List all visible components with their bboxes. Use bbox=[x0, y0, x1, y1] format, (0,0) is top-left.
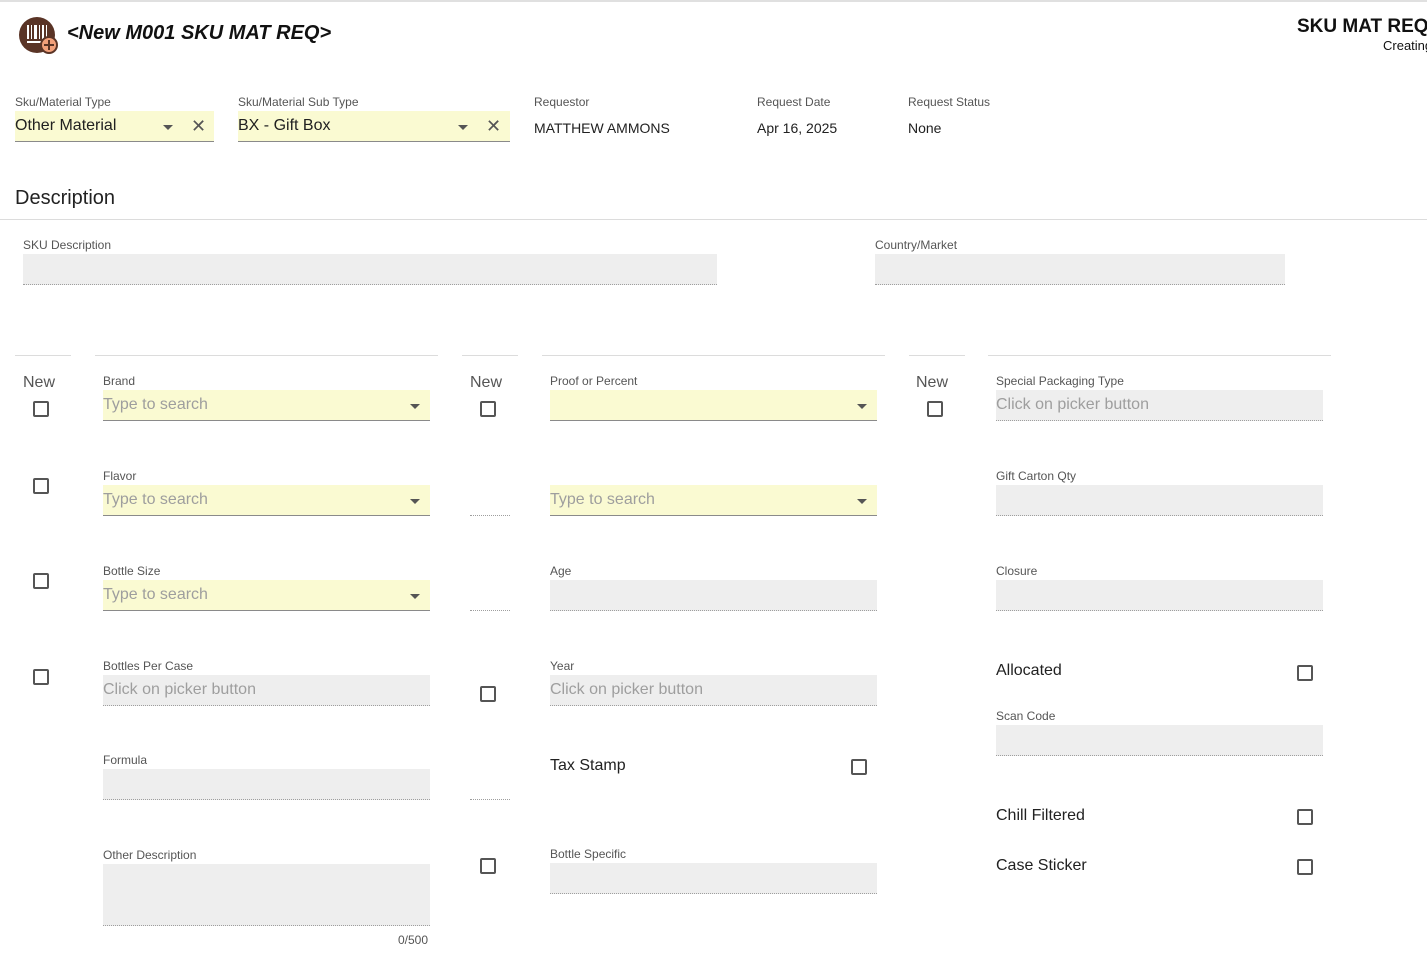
sku-description-label: SKU Description bbox=[23, 238, 112, 252]
page-title: <New M001 SKU MAT REQ> bbox=[67, 22, 332, 44]
flavor-new-checkbox[interactable] bbox=[33, 478, 49, 494]
chevron-down-icon[interactable] bbox=[410, 404, 420, 409]
search-select[interactable]: Type to search bbox=[550, 485, 877, 516]
country-market-input[interactable] bbox=[875, 254, 1285, 285]
request-date-value: Apr 16, 2025 bbox=[757, 120, 838, 136]
request-status-value: None bbox=[908, 120, 942, 136]
sku-description-input[interactable] bbox=[23, 254, 717, 285]
header-mode-status: Creating bbox=[1383, 38, 1427, 53]
empty-input[interactable] bbox=[470, 515, 510, 516]
bottle-specific-new-checkbox[interactable] bbox=[480, 858, 496, 874]
proof-select[interactable] bbox=[550, 390, 877, 421]
year-placeholder: Click on picker button bbox=[550, 681, 703, 698]
chevron-down-icon[interactable] bbox=[410, 499, 420, 504]
new-label: New bbox=[23, 374, 56, 391]
bottle-size-select[interactable]: Type to search bbox=[103, 580, 430, 611]
special-packaging-label: Special Packaging Type bbox=[996, 374, 1124, 388]
brand-label: Brand bbox=[103, 374, 136, 388]
requestor-value: MATTHEW AMMONS bbox=[534, 120, 670, 136]
chill-filtered-label: Chill Filtered bbox=[996, 807, 1085, 824]
proof-label: Proof or Percent bbox=[550, 374, 638, 388]
proof-new-checkbox[interactable] bbox=[480, 401, 496, 417]
bottle-specific-input[interactable] bbox=[550, 863, 877, 894]
allocated-checkbox[interactable] bbox=[1297, 665, 1313, 681]
year-label: Year bbox=[550, 659, 575, 673]
chevron-down-icon[interactable] bbox=[458, 125, 468, 130]
brand-new-checkbox[interactable] bbox=[33, 401, 49, 417]
material-type-select[interactable]: Other Material ✕ bbox=[15, 111, 214, 142]
bottle-size-label: Bottle Size bbox=[103, 564, 161, 578]
special-packaging-picker[interactable]: Click on picker button bbox=[996, 390, 1323, 421]
material-type-value: Other Material bbox=[15, 117, 117, 134]
column-divider bbox=[15, 355, 71, 356]
other-description-label: Other Description bbox=[103, 848, 197, 862]
request-date-label: Request Date bbox=[757, 95, 831, 109]
material-subtype-value: BX - Gift Box bbox=[238, 117, 331, 134]
case-sticker-label: Case Sticker bbox=[996, 857, 1087, 874]
bottle-size-placeholder: Type to search bbox=[103, 586, 208, 603]
year-new-checkbox[interactable] bbox=[480, 686, 496, 702]
column-divider bbox=[95, 355, 438, 356]
bottles-per-case-picker[interactable]: Click on picker button bbox=[103, 675, 430, 706]
bottles-per-case-new-checkbox[interactable] bbox=[33, 669, 49, 685]
closure-input[interactable] bbox=[996, 580, 1323, 611]
material-subtype-select[interactable]: BX - Gift Box ✕ bbox=[238, 111, 510, 142]
scan-code-label: Scan Code bbox=[996, 709, 1056, 723]
tax-stamp-checkbox[interactable] bbox=[851, 759, 867, 775]
requestor-label: Requestor bbox=[534, 95, 590, 109]
column-divider bbox=[462, 355, 518, 356]
closure-label: Closure bbox=[996, 564, 1038, 578]
gift-carton-qty-input[interactable] bbox=[996, 485, 1323, 516]
age-label: Age bbox=[550, 564, 572, 578]
type-label: Sku/Material Type bbox=[15, 95, 111, 109]
bottle-size-new-checkbox[interactable] bbox=[33, 573, 49, 589]
brand-select[interactable]: Type to search bbox=[103, 390, 430, 421]
flavor-select[interactable]: Type to search bbox=[103, 485, 430, 516]
formula-label: Formula bbox=[103, 753, 148, 767]
column-divider bbox=[542, 355, 885, 356]
scan-code-input[interactable] bbox=[996, 725, 1323, 756]
case-sticker-checkbox[interactable] bbox=[1297, 859, 1313, 875]
bottle-specific-label: Bottle Specific bbox=[550, 847, 627, 861]
header-app-name: SKU MAT REQS bbox=[1297, 16, 1427, 37]
new-label: New bbox=[470, 374, 503, 391]
new-label: New bbox=[916, 374, 949, 391]
top-border bbox=[0, 0, 1427, 2]
country-market-label: Country/Market bbox=[875, 238, 958, 252]
bottles-per-case-placeholder: Click on picker button bbox=[103, 681, 256, 698]
column-divider bbox=[988, 355, 1331, 356]
allocated-label: Allocated bbox=[996, 662, 1062, 679]
search-placeholder: Type to search bbox=[550, 491, 655, 508]
year-picker[interactable]: Click on picker button bbox=[550, 675, 877, 706]
clear-icon[interactable]: ✕ bbox=[191, 117, 206, 135]
gift-carton-qty-label: Gift Carton Qty bbox=[996, 469, 1077, 483]
empty-input[interactable] bbox=[470, 610, 510, 611]
chevron-down-icon[interactable] bbox=[857, 404, 867, 409]
flavor-placeholder: Type to search bbox=[103, 491, 208, 508]
age-input[interactable] bbox=[550, 580, 877, 611]
special-packaging-new-checkbox[interactable] bbox=[927, 401, 943, 417]
chevron-down-icon[interactable] bbox=[857, 499, 867, 504]
column-divider bbox=[909, 355, 965, 356]
tax-stamp-label: Tax Stamp bbox=[550, 757, 626, 774]
formula-input[interactable] bbox=[103, 769, 430, 800]
other-description-textarea[interactable] bbox=[103, 864, 430, 926]
special-packaging-placeholder: Click on picker button bbox=[996, 396, 1149, 413]
request-status-label: Request Status bbox=[908, 95, 991, 109]
subtype-label: Sku/Material Sub Type bbox=[238, 95, 359, 109]
barcode-add-icon bbox=[19, 17, 58, 54]
chevron-down-icon[interactable] bbox=[410, 594, 420, 599]
character-counter: 0/500 bbox=[398, 933, 429, 947]
chevron-down-icon[interactable] bbox=[163, 125, 173, 130]
clear-icon[interactable]: ✕ bbox=[486, 117, 501, 135]
chill-filtered-checkbox[interactable] bbox=[1297, 809, 1313, 825]
section-divider bbox=[0, 219, 1427, 220]
bottles-per-case-label: Bottles Per Case bbox=[103, 659, 194, 673]
flavor-label: Flavor bbox=[103, 469, 137, 483]
section-title-description: Description bbox=[15, 187, 116, 209]
brand-placeholder: Type to search bbox=[103, 396, 208, 413]
empty-input[interactable] bbox=[470, 799, 510, 800]
